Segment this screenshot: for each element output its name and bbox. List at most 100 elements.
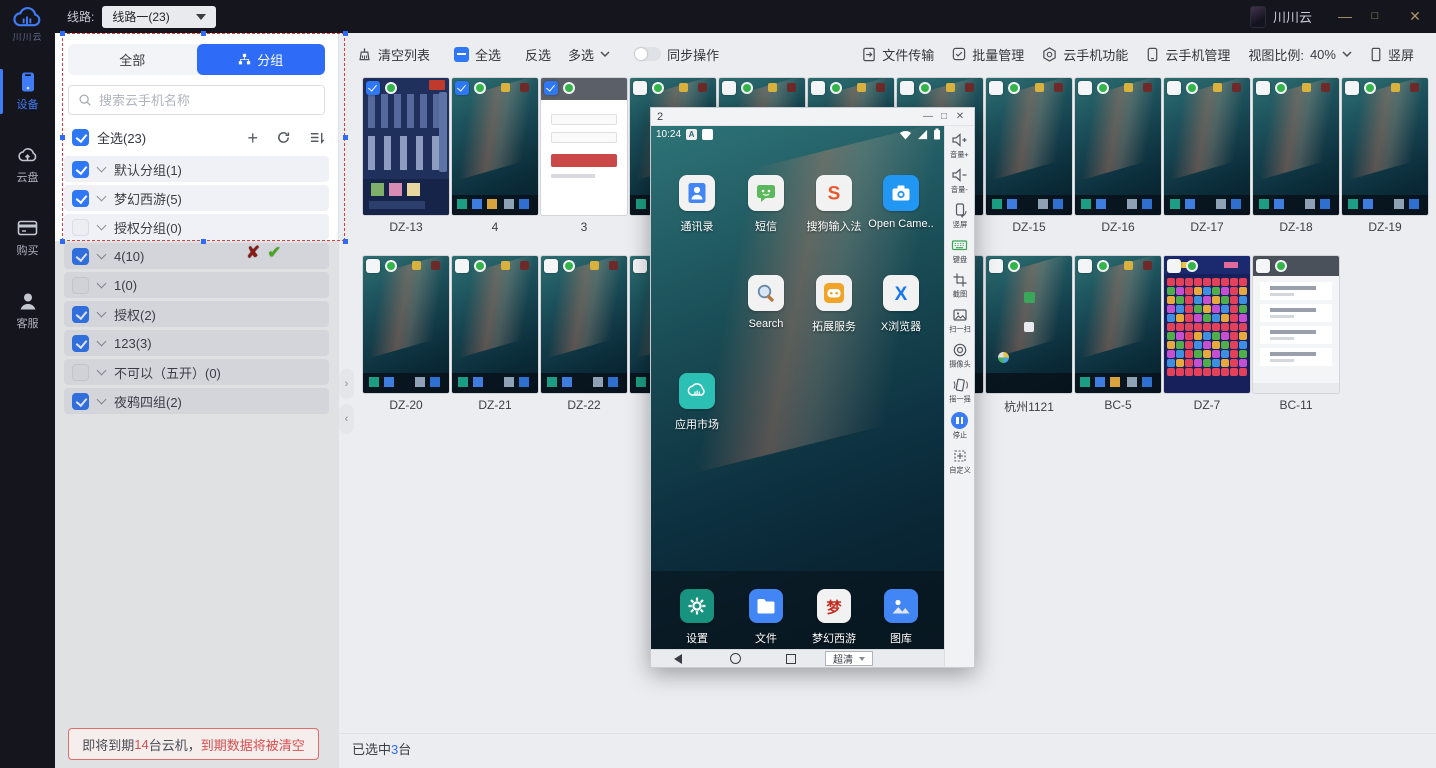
collapse-list-button[interactable] xyxy=(309,130,325,145)
device-thumbnail[interactable] xyxy=(541,78,627,215)
device-thumbnail[interactable] xyxy=(452,78,538,215)
device-thumbnail[interactable] xyxy=(363,256,449,393)
control-volume-down[interactable]: 音量- xyxy=(950,167,969,195)
selection-handle[interactable] xyxy=(343,31,348,36)
device-checkbox[interactable] xyxy=(544,81,558,95)
device-thumbnail[interactable] xyxy=(986,256,1072,393)
camera-app-icon[interactable] xyxy=(883,175,919,211)
selection-handle[interactable] xyxy=(343,135,348,140)
chevron-down-icon[interactable] xyxy=(97,163,107,173)
device-thumbnail[interactable] xyxy=(986,78,1072,215)
device-checkbox[interactable] xyxy=(633,259,647,273)
device-thumbnail[interactable] xyxy=(1342,78,1428,215)
device-checkbox[interactable] xyxy=(1078,81,1092,95)
tab-group[interactable]: 分组 xyxy=(197,44,326,75)
files-app-icon[interactable] xyxy=(749,589,783,623)
device-thumbnail[interactable] xyxy=(1075,78,1161,215)
selection-handle[interactable] xyxy=(60,239,65,244)
sidebar-item-devices[interactable]: 设备 xyxy=(0,67,55,116)
control-shake[interactable]: 摇一摇 xyxy=(948,377,972,405)
chevron-down-icon[interactable] xyxy=(97,395,107,405)
device-checkbox[interactable] xyxy=(989,81,1003,95)
panel-expand-arrow[interactable]: › xyxy=(339,369,354,399)
chevron-down-icon[interactable] xyxy=(97,279,107,289)
phone-manage-button[interactable]: 云手机管理 xyxy=(1146,45,1230,64)
phone-screen[interactable]: 10:24 A 通讯录短信S搜狗输入法Open Came..Search拓展服务… xyxy=(651,126,946,667)
control-screenshot[interactable]: 截图 xyxy=(952,272,968,300)
control-rotate-portrait[interactable]: 竖屏 xyxy=(952,202,968,230)
chevron-down-icon[interactable] xyxy=(97,192,107,202)
gallery-icon[interactable] xyxy=(884,589,918,623)
control-scan[interactable]: 扫一扫 xyxy=(948,307,972,335)
phone-minimize-button[interactable]: — xyxy=(920,111,936,122)
nav-back-button[interactable] xyxy=(651,654,707,664)
device-checkbox[interactable] xyxy=(811,81,825,95)
device-thumbnail[interactable] xyxy=(1253,256,1339,393)
nav-home-button[interactable] xyxy=(707,653,763,664)
app-market-icon[interactable] xyxy=(679,373,715,409)
invert-select-button[interactable]: 反选 xyxy=(525,45,551,64)
control-keyboard[interactable]: 键盘 xyxy=(951,237,968,265)
stream-quality-dropdown[interactable]: 超清 xyxy=(825,651,873,666)
mhxy-game-icon[interactable]: 梦 xyxy=(817,589,851,623)
device-thumbnail[interactable] xyxy=(1075,256,1161,393)
device-checkbox[interactable] xyxy=(1167,259,1181,273)
group-checkbox[interactable] xyxy=(72,393,89,410)
view-scale-dropdown[interactable]: 视图比例: 40% xyxy=(1248,45,1352,64)
group-row[interactable]: 1(0) xyxy=(64,272,329,298)
group-row[interactable]: 123(3) xyxy=(64,330,329,356)
phone-maximize-button[interactable]: □ xyxy=(936,111,952,122)
tab-all[interactable]: 全部 xyxy=(68,44,197,75)
select-all-toolbar[interactable]: 全选 xyxy=(454,45,501,64)
control-volume-up[interactable]: 音量+ xyxy=(949,132,970,160)
control-stop[interactable]: 停止 xyxy=(951,412,968,441)
sidebar-item-purchase[interactable]: 购买 xyxy=(0,213,55,262)
device-checkbox[interactable] xyxy=(1256,81,1270,95)
selection-handle[interactable] xyxy=(60,31,65,36)
group-checkbox[interactable] xyxy=(72,364,89,381)
sms-icon[interactable] xyxy=(748,175,784,211)
panel-collapse-arrow[interactable]: ‹ xyxy=(339,404,354,434)
device-checkbox[interactable] xyxy=(366,259,380,273)
add-group-button[interactable]: + xyxy=(247,131,258,145)
device-thumbnail[interactable] xyxy=(541,256,627,393)
chevron-down-icon[interactable] xyxy=(97,366,107,376)
selection-handle[interactable] xyxy=(201,239,206,244)
line-select-dropdown[interactable]: 线路一(23) xyxy=(102,6,215,28)
phone-close-button[interactable]: ✕ xyxy=(952,111,968,122)
group-checkbox[interactable] xyxy=(72,335,89,352)
device-thumbnail[interactable] xyxy=(452,256,538,393)
phone-functions-button[interactable]: 云手机功能 xyxy=(1042,45,1128,64)
device-thumbnail[interactable] xyxy=(1164,256,1250,393)
contacts-icon[interactable] xyxy=(679,175,715,211)
device-checkbox[interactable] xyxy=(633,81,647,95)
chevron-down-icon[interactable] xyxy=(97,221,107,231)
device-checkbox[interactable] xyxy=(900,81,914,95)
select-all-checkbox[interactable] xyxy=(72,129,89,146)
close-button[interactable]: ✕ xyxy=(1400,0,1430,33)
nav-recent-button[interactable] xyxy=(763,654,819,664)
group-checkbox[interactable] xyxy=(72,248,89,265)
indeterminate-checkbox[interactable] xyxy=(454,47,469,62)
batch-manage-button[interactable]: 批量管理 xyxy=(952,45,1024,64)
device-checkbox[interactable] xyxy=(1345,81,1359,95)
sidebar-item-cloud-disk[interactable]: 云盘 xyxy=(0,140,55,189)
file-transfer-button[interactable]: 文件传输 xyxy=(862,45,934,64)
device-checkbox[interactable] xyxy=(1078,259,1092,273)
group-row[interactable]: 授权(2) xyxy=(64,301,329,327)
device-checkbox[interactable] xyxy=(722,81,736,95)
group-checkbox[interactable] xyxy=(72,306,89,323)
portrait-mode-button[interactable]: 竖屏 xyxy=(1370,45,1414,64)
group-row[interactable]: 梦幻西游(5) xyxy=(64,185,329,211)
search-input[interactable] xyxy=(99,93,315,108)
maximize-button[interactable]: □ xyxy=(1360,0,1390,33)
capture-cancel-icon[interactable]: ✘ xyxy=(246,243,260,263)
control-custom[interactable]: 自定义 xyxy=(948,448,972,476)
phone-window-titlebar[interactable]: 2 — □ ✕ xyxy=(651,108,974,126)
refresh-button[interactable] xyxy=(276,130,291,145)
clear-list-button[interactable]: 清空列表 xyxy=(357,45,430,64)
group-checkbox[interactable] xyxy=(72,161,89,178)
chevron-down-icon[interactable] xyxy=(97,250,107,260)
x-browser-icon[interactable]: X xyxy=(883,275,919,311)
selection-handle[interactable] xyxy=(343,239,348,244)
